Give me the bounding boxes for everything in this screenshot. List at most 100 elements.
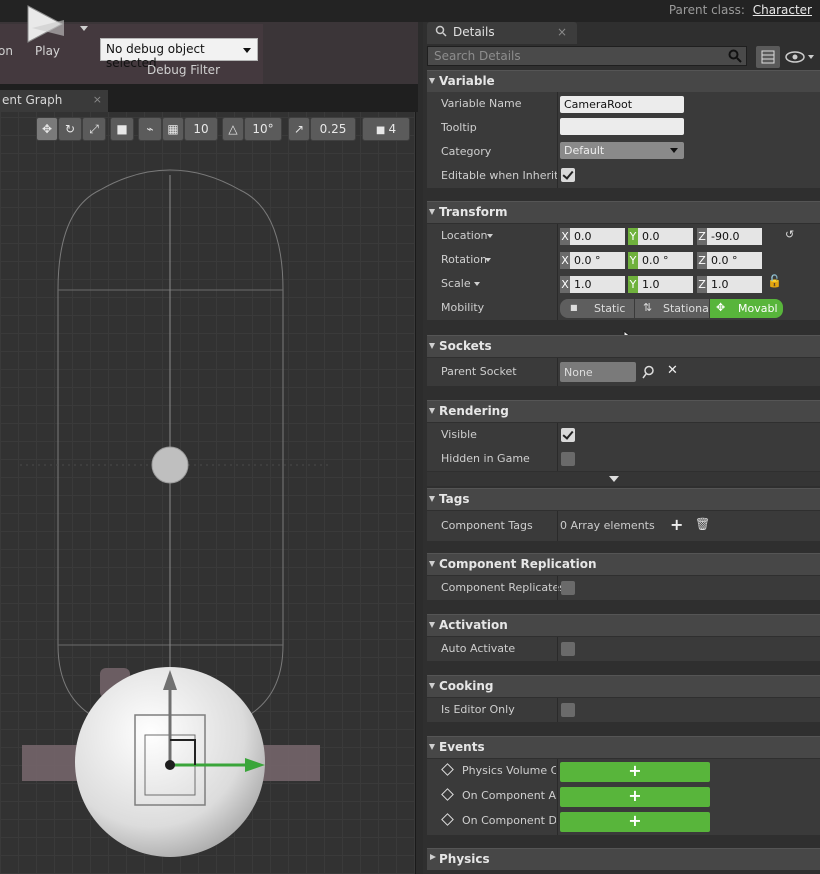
list-view-icon	[761, 50, 775, 64]
grid-snap-value[interactable]: 10	[184, 117, 218, 141]
mobility-static-label: Static	[594, 302, 626, 315]
close-icon[interactable]: ×	[557, 25, 567, 39]
editable-checkbox[interactable]	[561, 168, 575, 182]
grid-snap-toggle[interactable]: ▦	[162, 117, 184, 141]
chevron-down-icon[interactable]	[474, 282, 480, 286]
add-event-component-activated-button[interactable]: +	[560, 787, 710, 807]
category-select[interactable]: Default	[560, 142, 684, 159]
axis-y-label: Y	[628, 276, 638, 293]
angle-icon: △	[228, 122, 238, 136]
expanded-arrow-icon	[429, 496, 435, 502]
row-scale: Scale X 1.0 Y 1.0 Z 1.0 🔓	[427, 272, 820, 296]
scale-snap-icon: ↗	[293, 122, 305, 136]
add-event-component-deactivated-button[interactable]: +	[560, 812, 710, 832]
expanded-arrow-icon	[429, 561, 435, 567]
browse-socket-search-icon[interactable]	[642, 365, 656, 379]
rotation-z-input[interactable]: 0.0 °	[707, 252, 762, 269]
visibility-filter-button[interactable]	[784, 46, 818, 68]
clear-socket-close-icon[interactable]: ✕	[667, 363, 678, 378]
chevron-down-icon[interactable]	[487, 234, 493, 238]
location-z-input[interactable]: -90.0	[707, 228, 762, 245]
scale-snap-value[interactable]: 0.25	[310, 117, 356, 141]
camera-speed-value: 4	[388, 122, 397, 136]
scale-x-input[interactable]: 1.0	[570, 276, 625, 293]
category-activation[interactable]: Activation	[427, 614, 820, 636]
scale-snap-toggle[interactable]: ↗	[288, 117, 310, 141]
rotate-mode-button[interactable]: ↻	[58, 117, 82, 141]
parent-socket-field[interactable]: None	[560, 362, 636, 382]
play-label: Play	[35, 44, 61, 58]
row-component-tags: Component Tags 0 Array elements + 🗑	[427, 511, 820, 541]
category-rendering[interactable]: Rendering	[427, 400, 820, 422]
stationary-icon: ⇅	[643, 301, 653, 314]
world-local-button[interactable]: ■	[110, 117, 134, 141]
grid-icon: ▦	[167, 122, 179, 136]
location-x-input[interactable]: 0.0	[570, 228, 625, 245]
category-cooking-label: Cooking	[439, 679, 494, 693]
search-details-input[interactable]: Search Details	[427, 46, 747, 66]
close-icon[interactable]: ×	[93, 93, 102, 106]
parent-class-link[interactable]: Character	[753, 3, 812, 17]
advanced-expander[interactable]	[427, 472, 820, 486]
auto-activate-label: Auto Activate	[441, 642, 516, 655]
tooltip-input[interactable]	[560, 118, 684, 135]
category-sockets[interactable]: Sockets	[427, 335, 820, 357]
category-physics[interactable]: Physics	[427, 848, 820, 870]
category-events[interactable]: Events	[427, 736, 820, 758]
add-event-physics-volume-button[interactable]: +	[560, 762, 710, 782]
play-options-chevron-icon[interactable]	[80, 26, 88, 31]
translate-mode-button[interactable]: ✥	[36, 117, 58, 141]
movable-icon: ✥	[716, 301, 726, 314]
row-component-replicates: Component Replicates	[427, 576, 820, 600]
rotation-snap-toggle[interactable]: △	[222, 117, 244, 141]
surface-snap-button[interactable]: ⌁	[138, 117, 162, 141]
viewport[interactable]	[0, 112, 416, 874]
event-component-deactivated-label: On Component Dea	[462, 814, 556, 827]
tab-details[interactable]: Details ×	[427, 22, 577, 44]
category-cooking[interactable]: Cooking	[427, 675, 820, 697]
view-options-button[interactable]	[756, 46, 780, 68]
hidden-in-game-checkbox[interactable]	[561, 452, 575, 466]
scale-z-input[interactable]: 1.0	[707, 276, 762, 293]
trash-icon[interactable]: 🗑	[695, 517, 710, 531]
rotation-label: Rotation	[441, 253, 488, 266]
lock-icon[interactable]: 🔓	[767, 274, 782, 288]
mobility-stationary-button[interactable]: ⇅ Stationa	[635, 299, 709, 318]
tab-component-graph[interactable]: ent Graph ×	[0, 90, 108, 112]
event-diamond-icon	[441, 813, 454, 826]
tab-details-label: Details	[453, 25, 495, 39]
component-replicates-checkbox[interactable]	[561, 581, 575, 595]
visible-checkbox[interactable]	[561, 428, 575, 442]
category-variable-label: Variable	[439, 74, 495, 88]
auto-activate-checkbox[interactable]	[561, 642, 575, 656]
event-diamond-icon	[441, 788, 454, 801]
rotation-y-input[interactable]: 0.0 °	[638, 252, 693, 269]
row-is-editor-only: Is Editor Only	[427, 698, 820, 722]
camera-speed-button[interactable]: ■ 4	[362, 117, 410, 141]
category-tags[interactable]: Tags	[427, 488, 820, 510]
reset-to-default-icon[interactable]: ↺	[785, 228, 794, 241]
scale-mode-button[interactable]: ⤢	[82, 117, 106, 141]
is-editor-only-checkbox[interactable]	[561, 703, 575, 717]
mobility-movable-button[interactable]: ✥ Movabl	[710, 299, 783, 318]
surface-snap-icon: ⌁	[146, 122, 154, 136]
category-transform[interactable]: Transform	[427, 201, 820, 223]
chevron-down-icon[interactable]	[485, 258, 491, 262]
variable-name-input[interactable]: CameraRoot	[560, 96, 684, 113]
search-placeholder: Search Details	[434, 49, 521, 63]
location-y-input[interactable]: 0.0	[638, 228, 693, 245]
mobility-static-button[interactable]: ■ Static	[560, 299, 634, 318]
category-component-replication[interactable]: Component Replication	[427, 553, 820, 575]
add-element-plus-icon[interactable]: +	[670, 515, 683, 534]
tab-component-graph-label: ent Graph	[2, 93, 63, 107]
divider	[557, 511, 558, 541]
toolbar-partial-label[interactable]: on	[0, 44, 13, 58]
divider	[557, 92, 558, 116]
capsule-component-wireframe	[20, 169, 330, 857]
category-variable[interactable]: Variable	[427, 70, 820, 92]
rotation-x-input[interactable]: 0.0 °	[570, 252, 625, 269]
expanded-arrow-icon	[429, 78, 435, 84]
debug-object-select[interactable]: No debug object selected	[100, 38, 258, 70]
rotation-snap-value[interactable]: 10°	[244, 117, 282, 141]
scale-y-input[interactable]: 1.0	[638, 276, 693, 293]
